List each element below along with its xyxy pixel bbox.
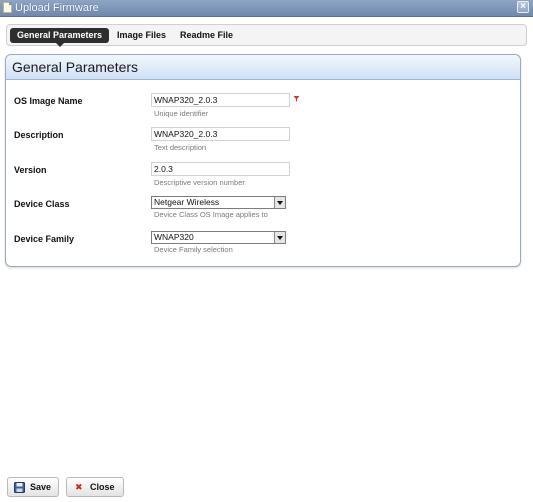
device-class-value: Netgear Wireless xyxy=(154,197,220,207)
chevron-down-icon[interactable] xyxy=(274,232,285,243)
panel-title: General Parameters xyxy=(12,59,139,75)
description-hint: Text description xyxy=(154,143,207,152)
document-icon xyxy=(3,2,12,13)
device-class-label: Device Class xyxy=(14,199,70,209)
os-image-name-hint: Unique identifier xyxy=(154,109,209,118)
description-input[interactable]: WNAP320_2.0.3 xyxy=(151,127,290,141)
close-button-label: Close xyxy=(90,482,115,492)
required-field-icon xyxy=(293,96,300,102)
device-family-value: WNAP320 xyxy=(154,232,194,242)
tab-strip: General Parameters Image Files Readme Fi… xyxy=(6,24,527,47)
tab-readme-file[interactable]: Readme File xyxy=(180,28,233,43)
close-button[interactable]: ✖ Close xyxy=(66,477,124,497)
description-label: Description xyxy=(14,130,64,140)
panel-header: General Parameters xyxy=(6,55,520,80)
window-titlebar: Upload Firmware × xyxy=(0,0,533,17)
red-x-icon: ✖ xyxy=(75,482,83,492)
device-family-hint: Device Family selection xyxy=(154,245,233,254)
device-class-select[interactable]: Netgear Wireless xyxy=(151,196,286,209)
general-parameters-panel: General Parameters OS Image Name WNAP320… xyxy=(5,54,521,267)
save-button[interactable]: Save xyxy=(7,477,59,497)
save-button-label: Save xyxy=(30,482,52,492)
tab-general-parameters[interactable]: General Parameters xyxy=(10,28,110,47)
device-class-hint: Device Class OS Image applies to xyxy=(154,210,268,219)
tab-image-files[interactable]: Image Files xyxy=(117,28,166,43)
version-input[interactable]: 2.0.3 xyxy=(151,162,290,176)
device-family-select[interactable]: WNAP320 xyxy=(151,231,286,244)
floppy-disk-icon xyxy=(14,482,25,493)
window-title: Upload Firmware xyxy=(15,2,99,14)
version-label: Version xyxy=(14,165,47,175)
device-family-label: Device Family xyxy=(14,234,75,244)
window-close-button[interactable]: × xyxy=(517,1,529,13)
os-image-name-input[interactable]: WNAP320_2.0.3 xyxy=(151,93,290,107)
version-hint: Descriptive version number xyxy=(154,178,245,187)
chevron-down-icon[interactable] xyxy=(274,197,285,208)
os-image-name-label: OS Image Name xyxy=(14,96,83,106)
